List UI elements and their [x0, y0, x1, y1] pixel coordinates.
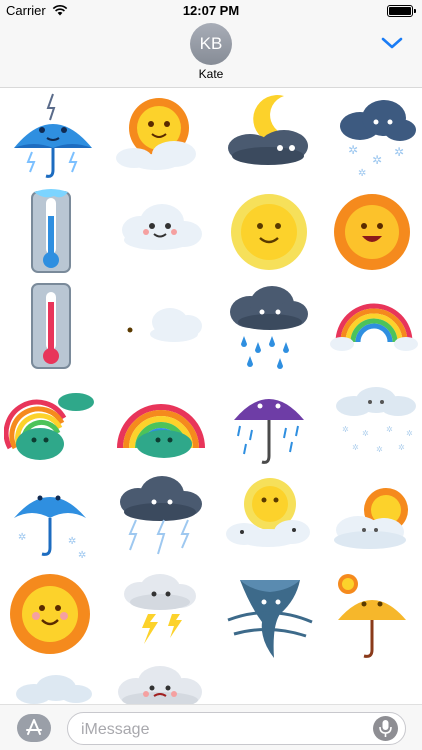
- conversation-header: KB Kate: [0, 22, 422, 88]
- sun-behind-cloud-sticker[interactable]: [112, 90, 210, 182]
- microphone-icon: [379, 720, 392, 737]
- small-rainbow-sticker[interactable]: [328, 282, 422, 374]
- snow-cloud-sticker[interactable]: ✲ ✲ ✲ ✲: [328, 90, 422, 182]
- svg-text:✲: ✲: [386, 425, 393, 434]
- happy-sun-sticker[interactable]: [4, 570, 102, 662]
- rainbow-arch-sticker[interactable]: [112, 378, 210, 470]
- orange-sun-sticker[interactable]: [328, 186, 422, 278]
- app-store-icon: [26, 719, 42, 735]
- angry-cloud-sticker[interactable]: [112, 666, 210, 704]
- hot-thermometer-sticker[interactable]: [4, 282, 102, 374]
- svg-text:✲: ✲: [372, 153, 382, 167]
- sun-clouds-sticker[interactable]: [220, 474, 318, 566]
- purple-umbrella-rain-sticker[interactable]: [220, 378, 318, 470]
- svg-text:✲: ✲: [376, 445, 383, 454]
- thunderstorm-umbrella-sticker[interactable]: [4, 90, 102, 182]
- svg-text:✲: ✲: [352, 443, 359, 452]
- snowy-clouds-sticker[interactable]: ✲ ✲ ✲ ✲ ✲ ✲ ✲: [328, 378, 422, 470]
- message-input[interactable]: iMessage: [67, 712, 406, 745]
- rainbow-cloud-sticker[interactable]: [4, 378, 102, 470]
- cold-thermometer-sticker[interactable]: [4, 186, 102, 278]
- yellow-sun-sticker[interactable]: [220, 186, 318, 278]
- svg-text:✲: ✲: [362, 429, 369, 438]
- partial-cloud-sticker[interactable]: [4, 666, 102, 704]
- snowy-umbrella-sticker[interactable]: ✲ ✲ ✲: [4, 474, 102, 566]
- tornado-sticker[interactable]: [220, 570, 318, 662]
- moon-over-cloud-sticker[interactable]: [220, 90, 318, 182]
- chevron-down-icon[interactable]: [381, 36, 403, 50]
- app-store-button[interactable]: [17, 714, 51, 742]
- svg-text:✲: ✲: [78, 550, 86, 561]
- svg-text:✲: ✲: [342, 425, 349, 434]
- svg-text:✲: ✲: [348, 143, 358, 157]
- status-time: 12:07 PM: [182, 3, 240, 18]
- lightning-cloud-sticker[interactable]: [112, 474, 210, 566]
- contact-name[interactable]: Kate: [0, 67, 422, 81]
- status-bar: Carrier 12:07 PM: [0, 0, 422, 22]
- message-input-bar: iMessage: [0, 704, 422, 750]
- battery-icon: [387, 5, 416, 17]
- crescent-moon-cloud-sticker[interactable]: [112, 282, 210, 374]
- sticker-grid: ✲ ✲ ✲ ✲ ✲ ✲ ✲ ✲ ✲ ✲ ✲ ✲ ✲ ✲: [0, 88, 422, 704]
- rain-cloud-sticker[interactable]: [220, 282, 318, 374]
- svg-text:✲: ✲: [398, 443, 405, 452]
- smiling-cloud-sticker[interactable]: [112, 186, 210, 278]
- svg-text:✲: ✲: [358, 168, 366, 179]
- thunder-cloud-sticker[interactable]: [112, 570, 210, 662]
- svg-text:✲: ✲: [18, 532, 26, 543]
- svg-text:✲: ✲: [68, 536, 76, 547]
- message-placeholder: iMessage: [81, 721, 150, 738]
- svg-text:✲: ✲: [406, 429, 413, 438]
- microphone-button[interactable]: [373, 716, 398, 741]
- cloud-sun-sticker[interactable]: [328, 474, 422, 566]
- svg-text:✲: ✲: [394, 145, 404, 159]
- contact-avatar[interactable]: KB: [190, 23, 232, 65]
- sun-umbrella-sticker[interactable]: [328, 570, 422, 662]
